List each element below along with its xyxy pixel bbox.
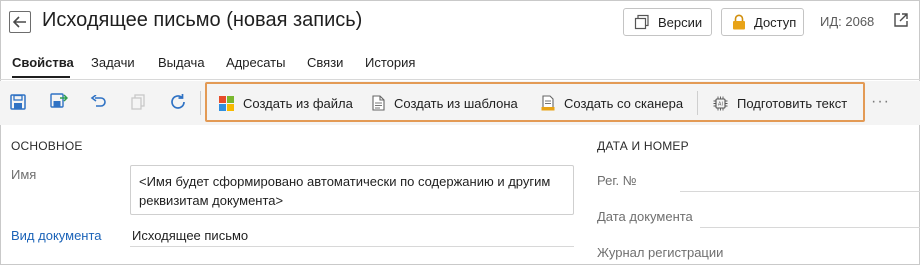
- active-tab-indicator: [12, 76, 70, 78]
- tab-links[interactable]: Связи: [307, 55, 343, 70]
- tab-properties[interactable]: Свойства: [12, 55, 74, 70]
- refresh-icon[interactable]: [169, 93, 187, 111]
- tab-bar: Свойства Задачи Выдача Адресаты Связи Ис…: [0, 50, 920, 78]
- back-button[interactable]: [9, 11, 31, 33]
- toolbar-divider: [697, 91, 698, 115]
- create-from-file-label: Создать из файла: [243, 95, 353, 111]
- arrow-left-icon: [13, 16, 26, 28]
- versions-icon: [634, 14, 650, 30]
- copy-icon: [129, 93, 147, 111]
- template-document-icon: [372, 95, 385, 111]
- create-from-template-label: Создать из шаблона: [394, 95, 518, 111]
- tab-addressees[interactable]: Адресаты: [226, 55, 285, 70]
- registration-number-field[interactable]: [680, 191, 920, 192]
- create-from-file-button[interactable]: Создать из файла: [219, 93, 353, 113]
- registration-journal-label: Журнал регистрации: [597, 245, 724, 260]
- tab-history[interactable]: История: [365, 55, 415, 70]
- document-date-label: Дата документа: [597, 209, 693, 224]
- access-label: Доступ: [754, 14, 797, 30]
- save-icon[interactable]: [9, 93, 27, 111]
- versions-button[interactable]: Версии: [623, 8, 712, 36]
- svg-text:AI: AI: [718, 101, 723, 107]
- scanner-document-icon: [541, 95, 555, 111]
- toolbar: Создать из файла Создать из шаблона Созд…: [0, 81, 920, 125]
- create-from-scanner-label: Создать со сканера: [564, 95, 684, 111]
- name-label: Имя: [11, 167, 37, 182]
- record-id: ИД: 2068: [820, 14, 875, 29]
- lock-icon: [732, 14, 746, 30]
- more-menu-button[interactable]: ···: [871, 93, 890, 111]
- windows-logo-icon: [219, 95, 234, 111]
- document-type-link[interactable]: Вид документа: [11, 228, 102, 243]
- save-and-close-icon[interactable]: [50, 93, 68, 111]
- open-new-window-icon[interactable]: [893, 12, 909, 33]
- header: Исходящее письмо (новая запись) Версии Д…: [0, 0, 920, 44]
- section-title-date-number: ДАТА И НОМЕР: [597, 139, 689, 153]
- prepare-text-label: Подготовить текст: [737, 95, 848, 111]
- create-from-template-button[interactable]: Создать из шаблона: [372, 93, 518, 113]
- document-type-underline: [130, 246, 574, 247]
- undo-icon[interactable]: [89, 93, 107, 111]
- document-date-field[interactable]: [700, 227, 920, 228]
- name-field[interactable]: <Имя будет сформировано автоматически по…: [130, 165, 574, 215]
- toolbar-divider: [200, 91, 201, 115]
- prepare-text-button[interactable]: AI Подготовить текст: [713, 93, 847, 113]
- document-type-field[interactable]: Исходящее письмо: [132, 228, 248, 243]
- access-button[interactable]: Доступ: [721, 8, 804, 36]
- section-title-main: ОСНОВНОЕ: [11, 139, 83, 153]
- tab-tasks[interactable]: Задачи: [91, 55, 135, 70]
- ai-chip-icon: AI: [713, 96, 728, 111]
- registration-number-label: Рег. №: [597, 173, 637, 188]
- create-from-scanner-button[interactable]: Создать со сканера: [541, 93, 683, 113]
- tabs-divider: [0, 79, 920, 80]
- page-title: Исходящее письмо (новая запись): [42, 9, 363, 31]
- tab-issuance[interactable]: Выдача: [158, 55, 205, 70]
- versions-label: Версии: [658, 14, 703, 30]
